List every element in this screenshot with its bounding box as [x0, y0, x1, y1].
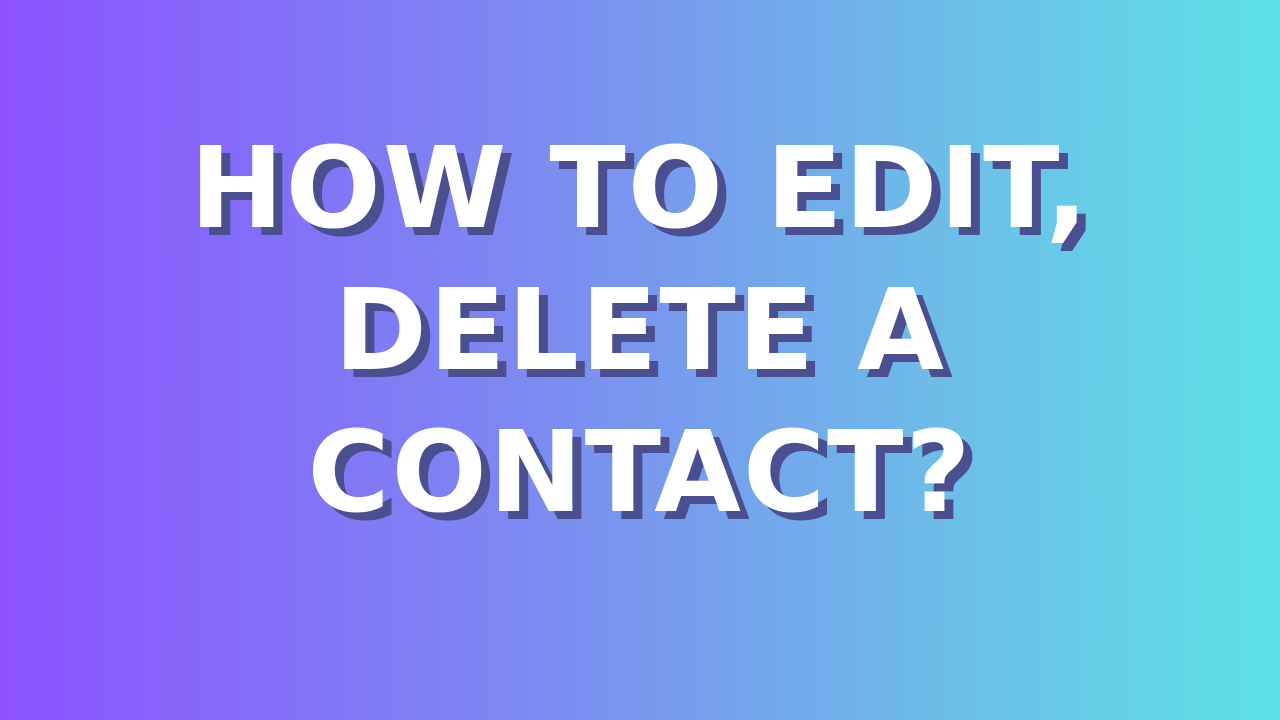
title-card: HOW TO EDIT, DELETE A CONTACT?: [0, 0, 1280, 720]
headline-line-2: DELETE A: [334, 266, 946, 396]
headline-line-1: HOW TO EDIT,: [189, 124, 1091, 254]
headline-line-3: CONTACT?: [307, 408, 973, 538]
headline: HOW TO EDIT, DELETE A CONTACT?: [0, 118, 1280, 544]
